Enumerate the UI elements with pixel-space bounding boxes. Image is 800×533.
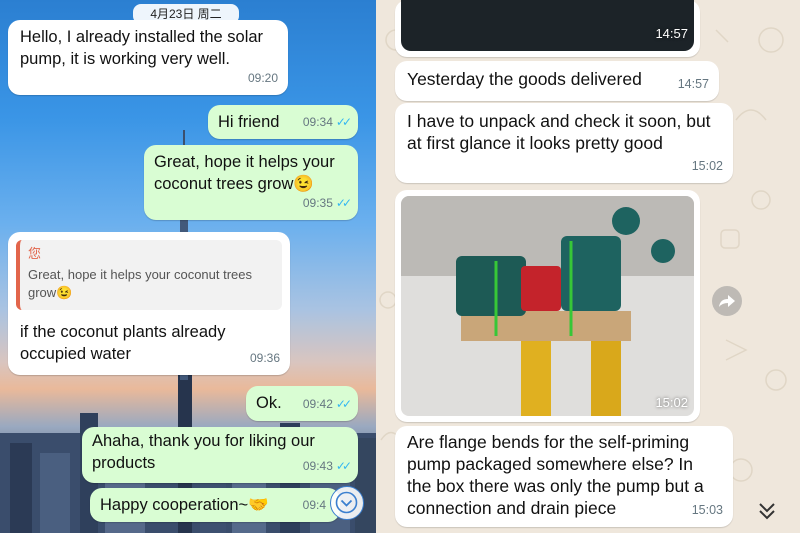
message-outgoing[interactable]: Hi friend 09:34 ✓✓ — [208, 105, 358, 139]
message-time: 09:36 — [249, 351, 280, 365]
scroll-down-button[interactable] — [752, 496, 782, 526]
message-text: if the coconut plants already occupied w… — [20, 323, 226, 363]
message-time: 09:4 — [302, 498, 326, 512]
forward-icon — [719, 295, 735, 307]
message-time: 15:02 — [655, 395, 688, 410]
message-time: 09:42 ✓✓ — [302, 397, 352, 411]
message-text: Hello, I already installed the solar pum… — [20, 28, 264, 68]
message-time: 09:20 — [247, 71, 278, 85]
message-time: 14:57 — [655, 26, 688, 41]
message-incoming[interactable]: I have to unpack and check it soon, but … — [395, 103, 733, 183]
quote-author: 您 — [28, 246, 42, 261]
read-ticks-icon: ✓✓ — [335, 196, 352, 210]
message-text: Ahaha, thank you for liking our products — [92, 432, 315, 472]
pump-photo[interactable] — [401, 196, 694, 416]
message-incoming[interactable]: Are flange bends for the self-priming pu… — [395, 426, 733, 527]
double-chevron-down-icon — [759, 503, 775, 520]
read-ticks-icon: ✓✓ — [335, 115, 352, 129]
message-incoming-reply[interactable]: 您 Great, hope it helps your coconut tree… — [8, 232, 290, 375]
left-chat-panel: 4月23日 周二 Hello, I already installed the … — [0, 0, 376, 533]
message-outgoing[interactable]: Ahaha, thank you for liking our products… — [82, 427, 358, 483]
image-message[interactable]: 15:02 — [395, 190, 700, 422]
message-outgoing[interactable]: Great, hope it helps your coconut trees … — [144, 145, 358, 220]
message-text: I have to unpack and check it soon, but … — [407, 111, 711, 153]
message-incoming[interactable]: Yesterday the goods delivered 14:57 — [395, 61, 719, 101]
quoted-message[interactable]: 您 Great, hope it helps your coconut tree… — [16, 240, 282, 310]
chevron-down-icon — [335, 491, 358, 514]
message-outgoing[interactable]: Happy cooperation~🤝 09:4 — [90, 488, 340, 522]
read-ticks-icon: ✓✓ — [335, 397, 352, 411]
message-time: 09:35 ✓✓ — [302, 196, 352, 210]
message-time: 09:34 ✓✓ — [302, 115, 352, 129]
message-text: Yesterday the goods delivered — [407, 69, 642, 89]
read-ticks-icon: ✓✓ — [335, 459, 352, 473]
message-time: 15:02 — [691, 159, 723, 173]
message-text: Great, hope it helps your coconut trees … — [154, 153, 335, 193]
message-incoming[interactable]: Hello, I already installed the solar pum… — [8, 20, 288, 95]
message-text: Are flange bends for the self-priming pu… — [407, 432, 704, 518]
message-time: 15:03 — [691, 503, 723, 517]
message-text: Happy cooperation~🤝 — [100, 496, 269, 514]
scroll-down-button[interactable] — [330, 486, 364, 520]
image-message[interactable]: 14:57 — [395, 0, 700, 57]
message-time: 14:57 — [677, 77, 709, 91]
image-thumbnail[interactable] — [401, 0, 694, 51]
quote-text: Great, hope it helps your coconut trees … — [28, 267, 253, 300]
message-outgoing[interactable]: Ok. 09:42 ✓✓ — [246, 386, 358, 421]
message-time: 09:43 ✓✓ — [302, 459, 352, 473]
forward-button[interactable] — [712, 286, 742, 316]
